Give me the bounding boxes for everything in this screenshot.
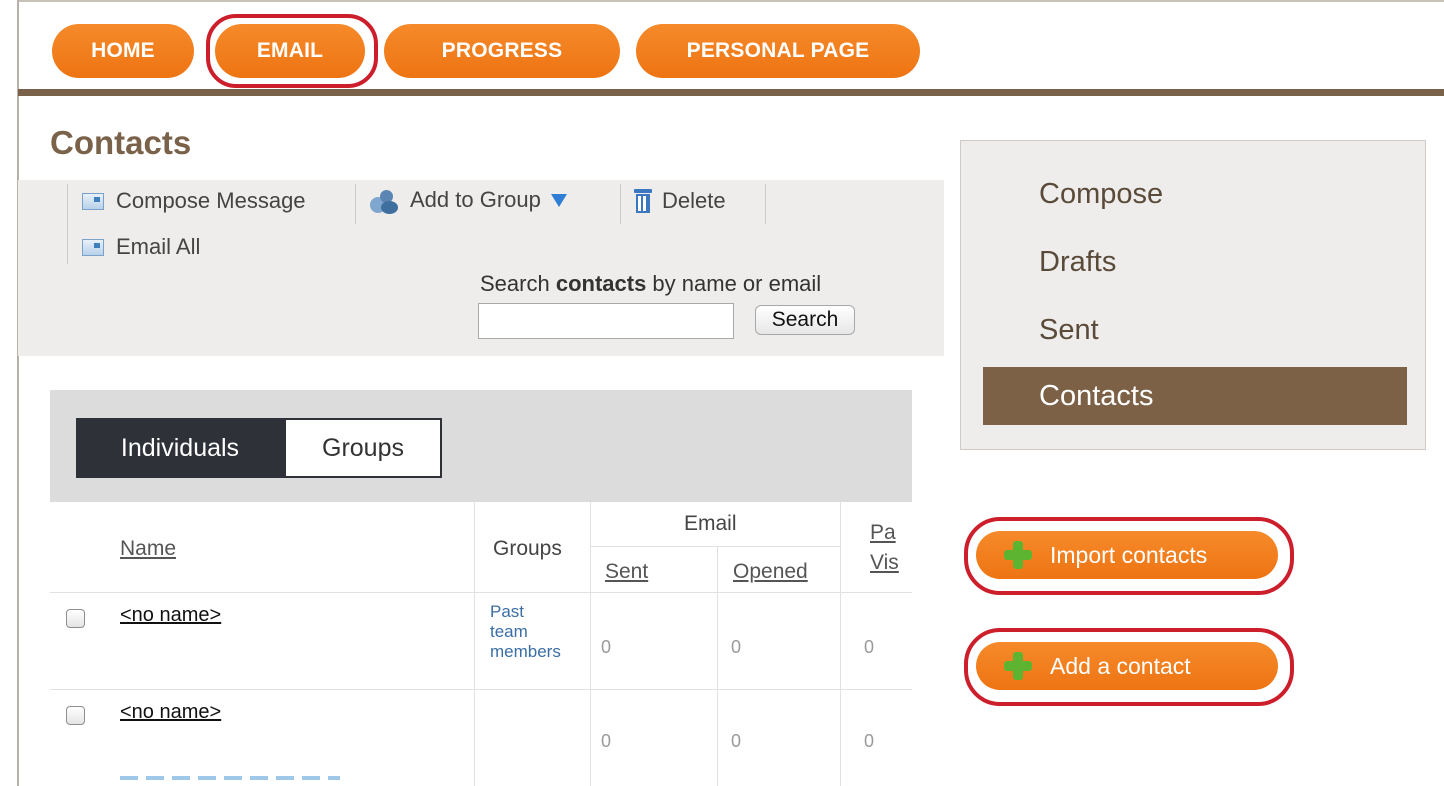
compose-message-label: Compose Message: [116, 188, 306, 213]
page-title: Contacts: [50, 124, 192, 161]
contact-group-link[interactable]: Past team members: [490, 602, 561, 662]
opened-column-header[interactable]: Opened: [733, 560, 808, 584]
groups-column-header: Groups: [493, 537, 562, 560]
page-visits-column-header-top[interactable]: Pa: [870, 521, 896, 545]
nav-progress-button[interactable]: PROGRESS: [384, 24, 620, 78]
add-to-group-label: Add to Group: [410, 187, 541, 212]
nav-home-button[interactable]: HOME: [52, 24, 194, 78]
page-visits-column-header-bottom[interactable]: Vis: [870, 551, 899, 575]
row-divider: [50, 592, 912, 593]
email-sidebar: Compose Drafts Sent Contacts: [960, 140, 1426, 450]
opened-count: 0: [731, 637, 742, 657]
column-divider: [717, 546, 718, 786]
name-column-header[interactable]: Name: [120, 537, 176, 561]
add-contact-label: Add a contact: [1050, 652, 1191, 679]
plus-icon: [1004, 652, 1032, 680]
contacts-table: [50, 502, 912, 786]
toolbar-divider: [765, 184, 766, 224]
row-checkbox[interactable]: [66, 609, 85, 628]
cut-off-row-content: [120, 776, 340, 780]
column-divider: [590, 502, 591, 786]
email-all-button[interactable]: Email All: [82, 234, 200, 260]
compose-message-button[interactable]: Compose Message: [82, 188, 306, 214]
nav-personal-page-button[interactable]: PERSONAL PAGE: [636, 24, 920, 78]
sidebar-item-compose[interactable]: Compose: [983, 165, 1407, 223]
contact-name-link[interactable]: <no name>: [120, 604, 221, 627]
toolbar-divider: [620, 184, 621, 224]
row-divider: [50, 689, 912, 690]
visits-count: 0: [864, 637, 875, 657]
column-divider: [840, 502, 841, 786]
email-column-header: Email: [684, 512, 737, 535]
row-divider: [590, 546, 840, 547]
message-icon: [82, 192, 104, 210]
delete-button[interactable]: Delete: [634, 188, 726, 214]
group-icon: [368, 186, 398, 214]
search-contacts-input[interactable]: [478, 303, 734, 339]
contact-name-link[interactable]: <no name>: [120, 701, 221, 724]
delete-label: Delete: [662, 188, 726, 213]
visits-count: 0: [864, 731, 875, 751]
top-navigation: HOME EMAIL PROGRESS PERSONAL PAGE: [0, 0, 1444, 98]
left-border: [17, 0, 19, 786]
trash-icon: [634, 189, 652, 213]
tab-groups[interactable]: Groups: [284, 418, 442, 478]
column-divider: [474, 502, 475, 786]
dropdown-arrow-icon[interactable]: [550, 193, 567, 207]
opened-count: 0: [731, 731, 742, 751]
import-contacts-button[interactable]: Import contacts: [976, 531, 1278, 579]
sidebar-item-sent[interactable]: Sent: [983, 301, 1407, 359]
toolbar-divider: [355, 184, 356, 224]
nav-divider: [18, 89, 1444, 96]
sent-count: 0: [601, 637, 612, 657]
plus-icon: [1004, 541, 1032, 569]
sent-count: 0: [601, 731, 612, 751]
sidebar-item-contacts[interactable]: Contacts: [983, 367, 1407, 425]
message-icon: [82, 238, 104, 256]
sent-column-header[interactable]: Sent: [605, 560, 648, 584]
toolbar-divider: [67, 184, 68, 264]
add-contact-button[interactable]: Add a contact: [976, 642, 1278, 690]
nav-email-button[interactable]: EMAIL: [215, 24, 365, 78]
search-button[interactable]: Search: [755, 305, 855, 335]
import-contacts-label: Import contacts: [1050, 541, 1208, 568]
row-checkbox[interactable]: [66, 706, 85, 725]
search-label: Search contacts by name or email: [480, 271, 822, 296]
sidebar-item-drafts[interactable]: Drafts: [983, 233, 1407, 291]
tab-individuals[interactable]: Individuals: [76, 418, 284, 478]
email-all-label: Email All: [116, 234, 201, 259]
add-to-group-button[interactable]: Add to Group: [368, 186, 567, 214]
